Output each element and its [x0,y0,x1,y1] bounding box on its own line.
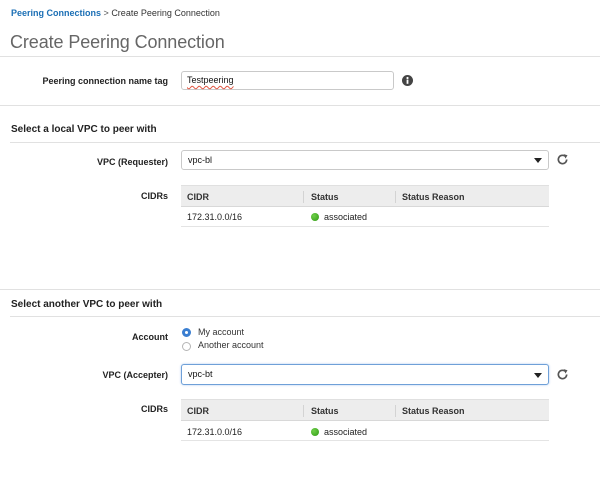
col-cidr[interactable]: CIDR [187,406,209,416]
breadcrumb-separator: > [103,8,109,18]
chevron-down-icon [534,158,542,163]
col-cidr[interactable]: CIDR [187,192,209,202]
radio-another-account-label[interactable]: Another account [198,340,264,350]
col-status[interactable]: Status [311,192,339,202]
col-divider [303,405,304,417]
another-cidr-table-header: CIDR Status Status Reason [181,399,549,421]
status-dot-icon [311,213,319,221]
status-cell: associated [324,212,368,222]
col-status-reason[interactable]: Status Reason [402,192,465,202]
cidr-cell: 172.31.0.0/16 [187,427,243,437]
table-row-divider [181,440,549,441]
col-divider [303,191,304,203]
section-divider [0,105,600,106]
vpc-accepter-select[interactable]: vpc-bt [181,364,549,385]
radio-my-account[interactable] [182,328,191,337]
breadcrumb-peering-connections-link[interactable]: Peering Connections [11,8,101,18]
breadcrumb-current: Create Peering Connection [111,8,220,18]
radio-another-account[interactable] [182,342,191,351]
vpc-requester-label: VPC (Requester) [96,157,168,167]
table-row: 172.31.0.0/16 associated [181,421,549,441]
table-row-divider [181,226,549,227]
another-vpc-divider [10,316,600,317]
status-cell: associated [324,427,368,437]
section-divider [0,289,600,290]
breadcrumb: Peering Connections > Create Peering Con… [11,8,220,18]
vpc-requester-select[interactable]: vpc-bl [181,150,549,170]
col-status-reason[interactable]: Status Reason [402,406,465,416]
table-row: 172.31.0.0/16 associated [181,207,549,227]
vpc-accepter-label: VPC (Accepter) [102,370,168,380]
vpc-requester-value: vpc-bl [188,155,213,165]
refresh-icon[interactable] [556,368,569,381]
refresh-icon[interactable] [556,153,569,166]
chevron-down-icon [534,372,542,378]
local-cidrs-label: CIDRs [140,191,168,201]
radio-my-account-label[interactable]: My account [198,327,244,337]
name-tag-label: Peering connection name tag [42,76,168,86]
another-vpc-section-title: Select another VPC to peer with [11,299,163,310]
status-dot-icon [311,428,319,436]
info-icon[interactable] [402,75,413,86]
col-status[interactable]: Status [311,406,339,416]
account-label: Account [132,332,168,342]
name-tag-input[interactable]: Testpeering [181,71,394,90]
vpc-accepter-value: vpc-bt [188,369,213,379]
local-vpc-section-title: Select a local VPC to peer with [11,124,157,135]
col-divider [395,405,396,417]
local-cidr-table-header: CIDR Status Status Reason [181,185,549,207]
page-title: Create Peering Connection [10,32,225,52]
cidr-cell: 172.31.0.0/16 [187,212,243,222]
title-divider [0,56,600,57]
another-cidrs-label: CIDRs [140,404,168,414]
local-vpc-divider [10,142,600,143]
col-divider [395,191,396,203]
